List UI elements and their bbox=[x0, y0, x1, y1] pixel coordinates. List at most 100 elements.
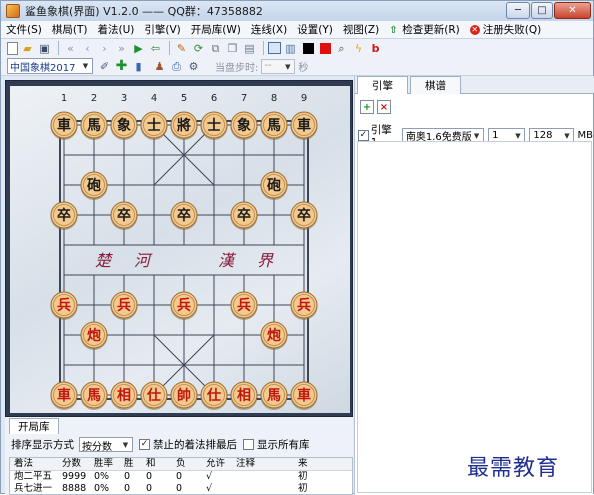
menu-game[interactable]: 棋局(T) bbox=[47, 22, 93, 37]
prev-move-icon[interactable]: ‹ bbox=[80, 41, 95, 56]
black-piece[interactable]: 卒 bbox=[297, 207, 311, 224]
red-piece[interactable]: 帥 bbox=[177, 387, 191, 404]
ban-last-checkbox[interactable]: ✓ bbox=[139, 439, 150, 450]
red-piece[interactable]: 馬 bbox=[267, 388, 281, 404]
paste-icon[interactable]: ❐ bbox=[225, 41, 240, 56]
open-folder-icon[interactable]: ▰ bbox=[20, 41, 35, 56]
table-cell: 0 bbox=[124, 483, 131, 494]
black-piece[interactable]: 卒 bbox=[177, 207, 191, 224]
black-piece[interactable]: 象 bbox=[117, 117, 131, 134]
new-file-icon[interactable] bbox=[7, 41, 18, 55]
red-piece[interactable]: 兵 bbox=[237, 297, 251, 314]
red-color-icon[interactable] bbox=[320, 42, 331, 54]
table-row[interactable]: 炮二平五 9999 0% 0 0 0 √ 初 bbox=[10, 471, 352, 483]
add-engine-icon[interactable]: + bbox=[360, 100, 374, 114]
save-icon[interactable]: ▣ bbox=[37, 41, 52, 56]
menu-view[interactable]: 视图(Z) bbox=[338, 22, 384, 37]
red-piece[interactable]: 車 bbox=[297, 387, 311, 404]
red-piece[interactable]: 炮 bbox=[267, 327, 281, 344]
show-all-checkbox[interactable] bbox=[243, 439, 254, 450]
red-piece[interactable]: 兵 bbox=[117, 297, 131, 314]
last-move-icon[interactable]: » bbox=[114, 41, 129, 56]
undo-arrow-icon[interactable]: ⇦ bbox=[148, 41, 163, 56]
lightning-icon[interactable]: ϟ bbox=[351, 41, 366, 56]
play-icon[interactable]: ▶ bbox=[131, 41, 146, 56]
add-icon[interactable]: ✚ bbox=[114, 59, 129, 74]
black-piece[interactable]: 砲 bbox=[87, 177, 101, 194]
black-piece[interactable]: 馬 bbox=[267, 118, 281, 134]
engine-enable-checkbox[interactable]: ✓ bbox=[358, 130, 369, 141]
refresh-icon[interactable]: ⟳ bbox=[191, 41, 206, 56]
menu-register[interactable]: ✕ 注册失败(Q) bbox=[465, 22, 546, 37]
chess-board[interactable]: 123456789楚河漢界車馬象士將士象馬車砲砲卒卒卒卒卒兵兵兵兵兵炮炮車馬相仕… bbox=[10, 86, 350, 413]
remove-engine-icon[interactable]: × bbox=[377, 100, 391, 114]
maximize-button[interactable]: □ bbox=[531, 2, 553, 19]
black-piece[interactable]: 砲 bbox=[267, 177, 281, 194]
menu-engine[interactable]: 引擎(V) bbox=[139, 22, 185, 37]
menu-check-update[interactable]: ⇧ 检查更新(R) bbox=[384, 22, 465, 37]
print-icon[interactable]: ⎙ bbox=[169, 59, 184, 74]
column-header[interactable]: 来 bbox=[298, 458, 318, 470]
board-layout-icon[interactable] bbox=[268, 42, 281, 54]
column-header[interactable]: 允许 bbox=[206, 458, 236, 470]
stats-chart-icon[interactable]: ▮ bbox=[131, 59, 146, 74]
first-move-icon[interactable]: « bbox=[63, 41, 78, 56]
sort-select[interactable]: 按分数 ▼ bbox=[79, 437, 133, 453]
red-piece[interactable]: 兵 bbox=[57, 297, 71, 314]
column-header[interactable]: 和 bbox=[146, 458, 176, 470]
clipboard-icon[interactable]: ▤ bbox=[242, 41, 257, 56]
threads-value: 1 bbox=[492, 130, 499, 141]
variant-select[interactable]: 中国象棋2017 ▼ bbox=[7, 58, 93, 74]
bold-b-icon[interactable]: b bbox=[368, 41, 383, 56]
next-move-icon[interactable]: › bbox=[97, 41, 112, 56]
menu-settings[interactable]: 设置(Y) bbox=[292, 22, 338, 37]
red-piece[interactable]: 仕 bbox=[206, 387, 221, 404]
black-piece[interactable]: 象 bbox=[237, 117, 251, 134]
column-header[interactable]: 胜 bbox=[124, 458, 146, 470]
panel-layout-icon[interactable]: ▥ bbox=[283, 41, 298, 56]
tab-game-record[interactable]: 棋谱 bbox=[410, 76, 461, 94]
black-piece[interactable]: 卒 bbox=[237, 207, 251, 224]
black-piece[interactable]: 士 bbox=[207, 117, 221, 134]
red-piece[interactable]: 馬 bbox=[87, 388, 101, 404]
think-time-select[interactable]: -- ▼ bbox=[261, 58, 296, 74]
red-piece[interactable]: 兵 bbox=[177, 297, 191, 314]
red-piece[interactable]: 車 bbox=[57, 387, 71, 404]
black-piece[interactable]: 士 bbox=[147, 117, 161, 134]
black-piece[interactable]: 馬 bbox=[87, 118, 101, 134]
minimize-button[interactable]: ─ bbox=[506, 2, 530, 19]
engine-output-area[interactable] bbox=[357, 141, 592, 493]
search-icon[interactable]: ⌕ bbox=[334, 41, 349, 56]
tab-engine[interactable]: 引擎 bbox=[357, 76, 408, 94]
settings-icon[interactable]: ⚙ bbox=[186, 59, 201, 74]
copy-icon[interactable]: ⧉ bbox=[208, 41, 223, 56]
red-piece[interactable]: 相 bbox=[237, 387, 251, 404]
board-graphics[interactable]: 1 2 3 4 5 6 7 8 9楚河漢界車馬象士將士象馬車砲 砲卒卒卒卒卒兵兵兵兵兵炮 炮車馬相仕… bbox=[10, 86, 350, 413]
column-header[interactable]: 胜率 bbox=[94, 458, 124, 470]
column-header[interactable]: 注释 bbox=[236, 458, 298, 470]
black-piece[interactable]: 車 bbox=[297, 117, 311, 134]
menu-opening-book[interactable]: 开局库(W) bbox=[186, 22, 246, 37]
red-piece[interactable]: 仕 bbox=[146, 387, 161, 404]
red-piece[interactable]: 炮 bbox=[87, 327, 101, 344]
close-button[interactable]: ✕ bbox=[554, 2, 591, 19]
black-color-icon[interactable] bbox=[303, 42, 314, 54]
menu-file[interactable]: 文件(S) bbox=[1, 22, 47, 37]
tab-opening-book[interactable]: 开局库 bbox=[9, 418, 59, 434]
red-piece[interactable]: 相 bbox=[117, 387, 131, 404]
menu-connect[interactable]: 连线(X) bbox=[246, 22, 292, 37]
column-header[interactable]: 负 bbox=[176, 458, 206, 470]
menu-moves[interactable]: 着法(U) bbox=[92, 22, 139, 37]
black-piece[interactable]: 卒 bbox=[117, 207, 131, 224]
black-piece[interactable]: 將 bbox=[177, 117, 191, 134]
black-piece[interactable]: 卒 bbox=[57, 207, 71, 224]
red-piece[interactable]: 兵 bbox=[297, 297, 311, 314]
column-header[interactable]: 分数 bbox=[62, 458, 94, 470]
black-piece[interactable]: 車 bbox=[57, 117, 71, 134]
main-toolbar: ▰ ▣ « ‹ › » ▶ ⇦ ✎ ⟳ ⧉ ❐ ▤ ▥ ⌕ ϟ b bbox=[1, 39, 593, 57]
pencil-icon[interactable]: ✐ bbox=[97, 59, 112, 74]
user-icon[interactable]: ♟ bbox=[152, 59, 167, 74]
table-row[interactable]: 兵七进一 8888 0% 0 0 0 √ 初 bbox=[10, 483, 352, 494]
edit-board-icon[interactable]: ✎ bbox=[174, 41, 189, 56]
column-header[interactable]: 着法 bbox=[10, 458, 62, 470]
